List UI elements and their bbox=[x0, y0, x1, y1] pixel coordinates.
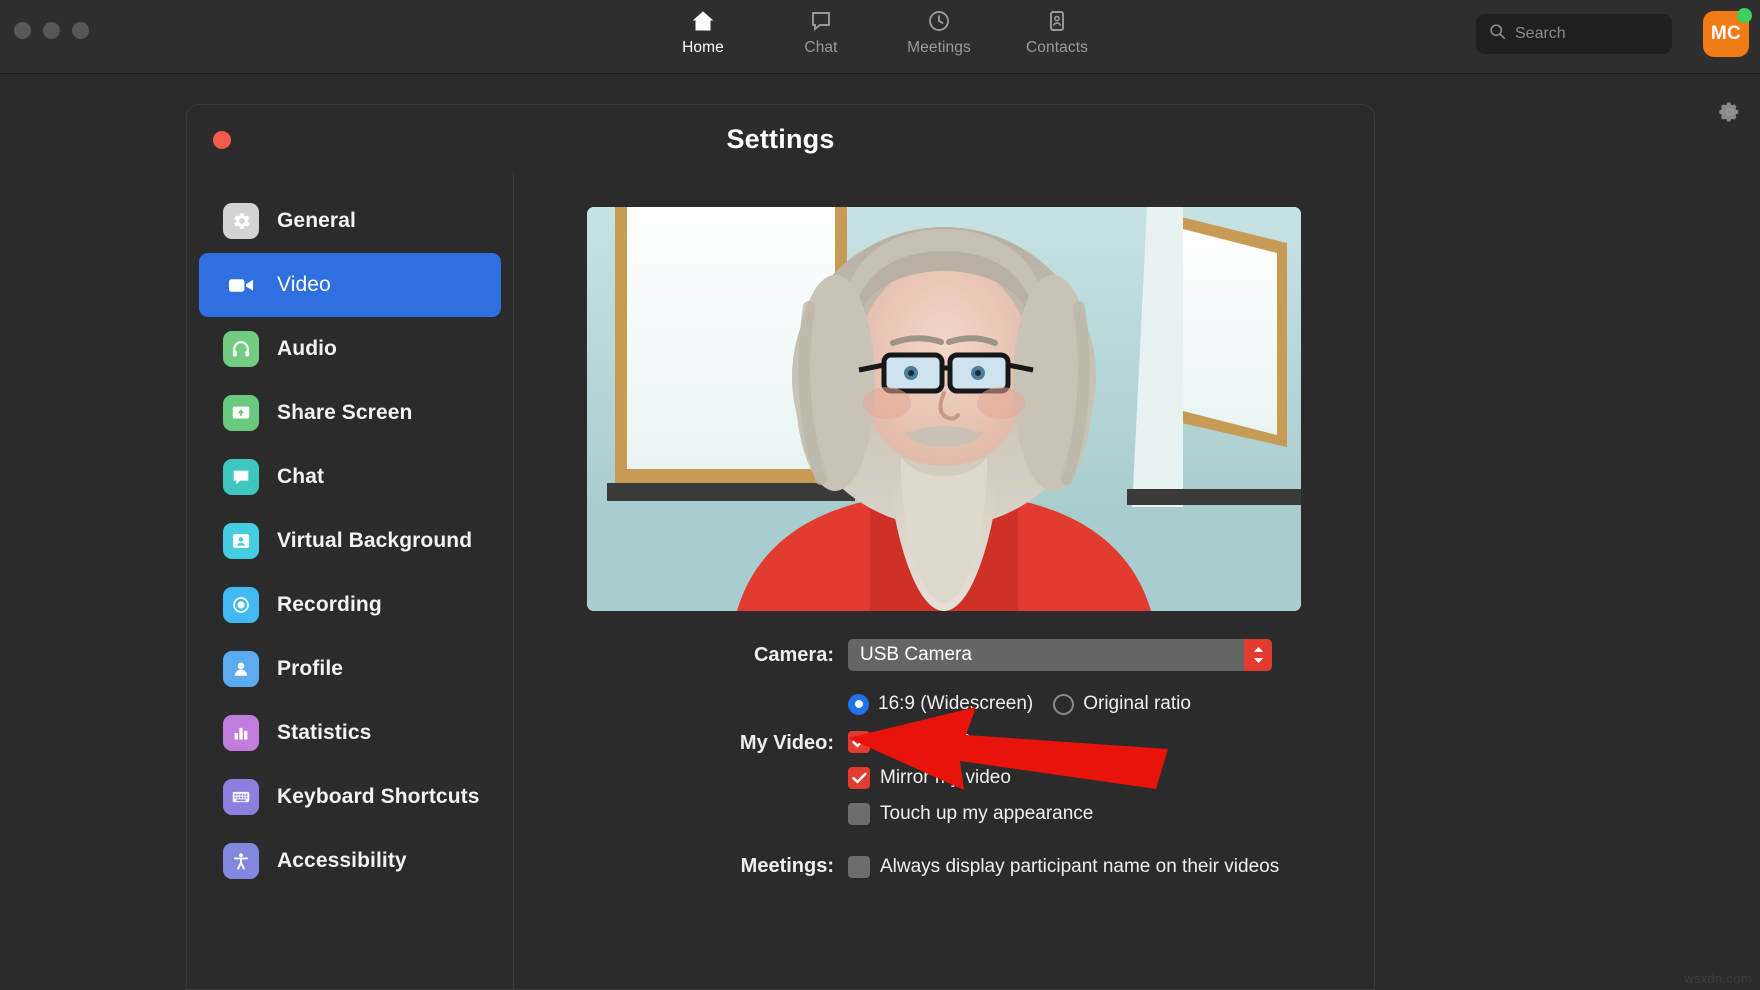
aspect-ratio-group: 16:9 (Widescreen) Original ratio bbox=[848, 693, 1191, 715]
meetings-checkbox-group: Always display participant name on their… bbox=[848, 855, 1280, 878]
sidebar-item-accessibility[interactable]: Accessibility bbox=[199, 829, 501, 893]
tab-contacts-label: Contacts bbox=[1026, 39, 1088, 56]
window-minimize-button[interactable] bbox=[43, 22, 60, 39]
sidebar-item-virtual-background[interactable]: Virtual Background bbox=[199, 509, 501, 573]
checkbox-touch-up-my-appearance[interactable]: Touch up my appearance bbox=[848, 803, 1093, 825]
gear-icon bbox=[223, 203, 259, 239]
sidebar-item-statistics[interactable]: Statistics bbox=[199, 701, 501, 765]
radio-widescreen-label: 16:9 (Widescreen) bbox=[878, 693, 1034, 714]
radio-selected-icon[interactable] bbox=[848, 693, 869, 715]
checkbox-mirror-my-video[interactable]: Mirror my video bbox=[848, 767, 1093, 789]
tab-meetings-label: Meetings bbox=[907, 39, 971, 56]
sidebar-item-label: Chat bbox=[277, 465, 325, 488]
share-screen-icon bbox=[223, 395, 259, 431]
sidebar-item-audio[interactable]: Audio bbox=[199, 317, 501, 381]
checkbox-checked-icon[interactable] bbox=[848, 767, 870, 789]
avatar[interactable]: MC bbox=[1703, 8, 1752, 57]
sidebar-item-label: Profile bbox=[277, 657, 344, 680]
window-close-button[interactable] bbox=[14, 22, 31, 39]
zoom-app-window: Home Chat Meetings Contacts Search MC Se… bbox=[0, 0, 1760, 990]
watermark: wsxdn.com bbox=[1684, 971, 1752, 986]
sidebar-item-recording[interactable]: Recording bbox=[199, 573, 501, 637]
checkbox-enable-hd-label: Enable HD bbox=[880, 731, 972, 752]
gear-icon[interactable] bbox=[1718, 100, 1742, 124]
top-navigation-bar: Home Chat Meetings Contacts Search MC bbox=[0, 0, 1760, 74]
checkbox-always-display-participant-name[interactable]: Always display participant name on their… bbox=[848, 855, 1280, 878]
settings-dialog: Settings General Video Audio Share Scree… bbox=[186, 104, 1375, 990]
settings-titlebar: Settings bbox=[187, 105, 1374, 173]
settings-sidebar[interactable]: General Video Audio Share Screen Chat Vi… bbox=[187, 173, 514, 989]
accessibility-icon bbox=[223, 843, 259, 879]
camera-row: Camera: USB Camera bbox=[514, 639, 1374, 671]
my-video-row: My Video: Enable HD Mirror my video Touc… bbox=[514, 731, 1374, 825]
meetings-label: Meetings: bbox=[740, 855, 834, 877]
camera-select[interactable]: USB Camera bbox=[848, 639, 1272, 671]
checkbox-unchecked-icon[interactable] bbox=[848, 855, 870, 878]
contact-card-icon bbox=[1045, 8, 1069, 34]
tab-chat-label: Chat bbox=[804, 39, 838, 56]
search-placeholder: Search bbox=[1515, 25, 1566, 42]
sidebar-item-chat[interactable]: Chat bbox=[199, 445, 501, 509]
presence-status-dot bbox=[1737, 8, 1752, 23]
radio-original-ratio[interactable]: Original ratio bbox=[1053, 693, 1191, 715]
sidebar-item-label: Keyboard Shortcuts bbox=[277, 785, 480, 808]
checkbox-mirror-my-video-label: Mirror my video bbox=[880, 767, 1011, 788]
sidebar-item-share-screen[interactable]: Share Screen bbox=[199, 381, 501, 445]
window-maximize-button[interactable] bbox=[72, 22, 89, 39]
my-video-checkbox-group: Enable HD Mirror my video Touch up my ap… bbox=[848, 731, 1093, 825]
checkbox-unchecked-icon[interactable] bbox=[848, 803, 870, 825]
settings-body: General Video Audio Share Screen Chat Vi… bbox=[187, 173, 1374, 989]
chevron-up-down-icon[interactable] bbox=[1244, 639, 1272, 671]
tab-home-label: Home bbox=[682, 39, 724, 56]
sidebar-item-label: Accessibility bbox=[277, 849, 407, 872]
tab-home[interactable]: Home bbox=[644, 0, 762, 57]
checkbox-always-display-participant-name-label: Always display participant name on their… bbox=[880, 855, 1280, 877]
sidebar-item-label: Share Screen bbox=[277, 401, 413, 424]
settings-title: Settings bbox=[726, 124, 835, 154]
chat-bubble-icon bbox=[223, 459, 259, 495]
sidebar-item-label: Video bbox=[277, 273, 331, 296]
tab-meetings[interactable]: Meetings bbox=[880, 0, 998, 57]
sidebar-item-keyboard-shortcuts[interactable]: Keyboard Shortcuts bbox=[199, 765, 501, 829]
person-icon bbox=[223, 651, 259, 687]
keyboard-icon bbox=[223, 779, 259, 815]
sidebar-item-label: Virtual Background bbox=[277, 529, 473, 552]
chat-bubble-icon bbox=[809, 8, 833, 34]
sidebar-item-label: Audio bbox=[277, 337, 337, 360]
radio-widescreen[interactable]: 16:9 (Widescreen) bbox=[848, 693, 1033, 715]
tab-chat[interactable]: Chat bbox=[762, 0, 880, 57]
window-traffic-lights bbox=[14, 22, 89, 39]
checkbox-touch-up-label: Touch up my appearance bbox=[880, 803, 1094, 824]
sidebar-item-label: General bbox=[277, 209, 356, 232]
checkbox-checked-icon[interactable] bbox=[848, 731, 870, 753]
sidebar-item-profile[interactable]: Profile bbox=[199, 637, 501, 701]
search-input[interactable]: Search bbox=[1476, 14, 1672, 54]
aspect-ratio-row: 16:9 (Widescreen) Original ratio bbox=[514, 693, 1374, 715]
sidebar-item-label: Statistics bbox=[277, 721, 372, 744]
sidebar-item-video[interactable]: Video bbox=[199, 253, 501, 317]
clock-icon bbox=[927, 8, 951, 34]
video-camera-icon bbox=[223, 267, 259, 303]
person-card-icon bbox=[223, 523, 259, 559]
bar-chart-icon bbox=[223, 715, 259, 751]
my-video-label: My Video: bbox=[739, 732, 834, 754]
camera-preview bbox=[587, 207, 1301, 611]
headphones-icon bbox=[223, 331, 259, 367]
radio-original-ratio-label: Original ratio bbox=[1083, 693, 1191, 714]
sidebar-item-label: Recording bbox=[277, 593, 382, 616]
tab-contacts[interactable]: Contacts bbox=[998, 0, 1116, 57]
meetings-row: Meetings: Always display participant nam… bbox=[514, 855, 1374, 878]
checkbox-enable-hd[interactable]: Enable HD bbox=[848, 731, 1093, 753]
home-icon bbox=[691, 8, 715, 34]
search-icon bbox=[1489, 23, 1506, 45]
radio-unselected-icon[interactable] bbox=[1053, 693, 1075, 715]
camera-label: Camera: bbox=[753, 643, 834, 666]
video-settings-panel: Camera: USB Camera 16:9 (Widescreen) Ori… bbox=[514, 173, 1374, 989]
camera-select-value: USB Camera bbox=[860, 644, 972, 665]
record-circle-icon bbox=[223, 587, 259, 623]
sidebar-item-general[interactable]: General bbox=[199, 189, 501, 253]
